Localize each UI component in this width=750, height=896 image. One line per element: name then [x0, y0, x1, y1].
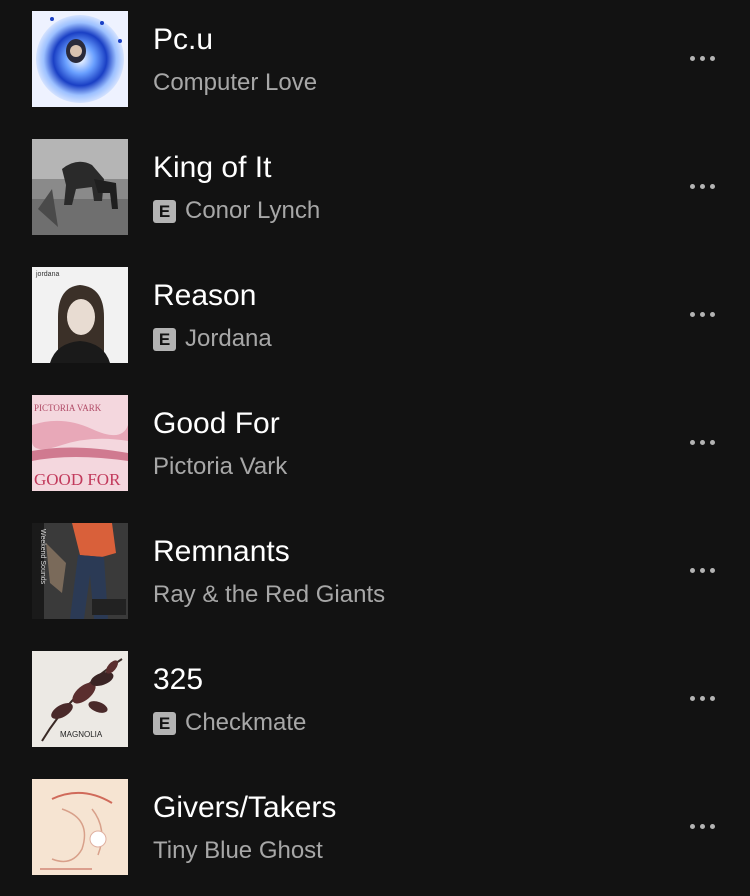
cover-text: jordana	[35, 271, 59, 278]
album-cover-remnants[interactable]: Weekend Sounds	[32, 523, 128, 619]
track-meta: Computer Love	[153, 67, 317, 99]
dot	[699, 695, 705, 701]
dot	[709, 439, 715, 445]
dot	[709, 567, 715, 573]
track-meta: Tiny Blue Ghost	[153, 835, 323, 867]
cover-text: MAGNOLIA	[60, 730, 103, 739]
track-meta: Pictoria Vark	[153, 451, 287, 483]
track-meta: E Jordana	[153, 323, 272, 355]
dot	[699, 567, 705, 573]
track-title[interactable]: Givers/Takers	[153, 790, 336, 826]
track-title[interactable]: Remnants	[153, 534, 290, 570]
track-title[interactable]: 325	[153, 662, 203, 698]
dot	[699, 183, 705, 189]
track-title[interactable]: Good For	[153, 406, 280, 442]
track-artist[interactable]: Jordana	[185, 323, 272, 355]
track-row[interactable]: jordana Reason E Jordana	[0, 256, 750, 384]
explicit-badge: E	[153, 327, 176, 351]
track-title[interactable]: Reason	[153, 278, 256, 314]
more-options-icon[interactable]	[680, 678, 724, 718]
album-cover-givers-takers[interactable]	[32, 779, 128, 875]
dot	[689, 55, 695, 61]
more-options-icon[interactable]	[680, 422, 724, 462]
track-artist[interactable]: Tiny Blue Ghost	[153, 835, 323, 867]
dot	[709, 823, 715, 829]
track-artist[interactable]: Checkmate	[185, 707, 306, 739]
dot	[689, 695, 695, 701]
dot	[709, 311, 715, 317]
cover-text-top: PICTORIA VARK	[34, 403, 102, 413]
album-cover-pcu[interactable]	[32, 11, 128, 107]
dot	[689, 823, 695, 829]
track-row[interactable]: King of It E Conor Lynch	[0, 128, 750, 256]
dot	[709, 695, 715, 701]
album-cover-325[interactable]: MAGNOLIA	[32, 651, 128, 747]
track-row[interactable]: MAGNOLIA 325 E Checkmate	[0, 640, 750, 768]
cover-text: GOOD FOR	[34, 470, 121, 489]
more-options-icon[interactable]	[680, 550, 724, 590]
track-meta: E Conor Lynch	[153, 195, 320, 227]
dot	[699, 55, 705, 61]
explicit-badge: E	[153, 711, 176, 735]
more-options-icon[interactable]	[680, 294, 724, 334]
track-meta: Ray & the Red Giants	[153, 579, 385, 611]
album-cover-reason[interactable]: jordana	[32, 267, 128, 363]
track-artist[interactable]: Ray & the Red Giants	[153, 579, 385, 611]
dot	[689, 439, 695, 445]
album-cover-good-for[interactable]: PICTORIA VARK GOOD FOR	[32, 395, 128, 491]
dot	[689, 183, 695, 189]
album-cover-king-of-it[interactable]	[32, 139, 128, 235]
cover-text: Weekend Sounds	[39, 529, 46, 585]
track-row[interactable]: Weekend Sounds Remnants Ray & the Red Gi…	[0, 512, 750, 640]
dot	[689, 311, 695, 317]
track-list: Pc.u Computer Love King of It E Conor Ly…	[0, 0, 750, 894]
track-row[interactable]: Pc.u Computer Love	[0, 0, 750, 128]
track-title[interactable]: Pc.u	[153, 22, 213, 58]
track-row[interactable]: Givers/Takers Tiny Blue Ghost	[0, 768, 750, 896]
track-row[interactable]: PICTORIA VARK GOOD FOR Good For Pictoria…	[0, 384, 750, 512]
dot	[709, 55, 715, 61]
more-options-icon[interactable]	[680, 166, 724, 206]
explicit-badge: E	[153, 199, 176, 223]
track-meta: E Checkmate	[153, 707, 306, 739]
dot	[689, 567, 695, 573]
track-title[interactable]: King of It	[153, 150, 271, 186]
track-artist[interactable]: Pictoria Vark	[153, 451, 287, 483]
more-options-icon[interactable]	[680, 806, 724, 846]
more-options-icon[interactable]	[680, 38, 724, 78]
dot	[699, 311, 705, 317]
dot	[699, 823, 705, 829]
track-artist[interactable]: Conor Lynch	[185, 195, 320, 227]
dot	[709, 183, 715, 189]
dot	[699, 439, 705, 445]
track-artist[interactable]: Computer Love	[153, 67, 317, 99]
